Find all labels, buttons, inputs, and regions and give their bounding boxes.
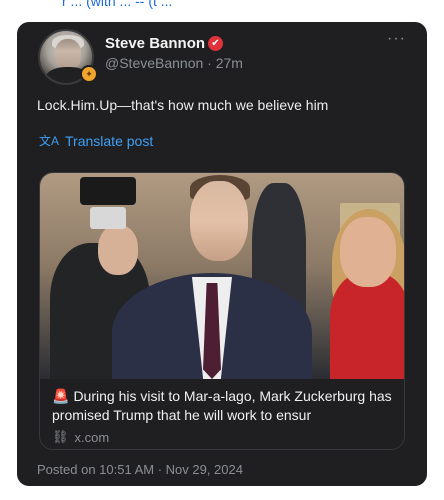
- post-text: Lock.Him.Up—that's how much we believe h…: [37, 97, 329, 113]
- photo-person-right-head: [340, 217, 396, 287]
- photo-main-person-head: [190, 181, 248, 261]
- link-preview-card[interactable]: 🚨 During his visit to Mar-a-lago, Mark Zu…: [39, 172, 405, 450]
- translate-icon: 文A: [39, 134, 60, 148]
- top-strip-text: r ... (with ... -- (t ...: [62, 0, 173, 9]
- link-title[interactable]: 🚨 During his visit to Mar-a-lago, Mark Zu…: [52, 387, 396, 425]
- siren-icon: 🚨: [52, 388, 70, 404]
- post-card[interactable]: ✦ Steve Bannon ✔ @SteveBannon · 27m ··· …: [17, 22, 427, 486]
- translate-post-link[interactable]: 文A Translate post: [39, 132, 153, 149]
- avatar-badge-icon: ✦: [80, 65, 98, 83]
- avatar-head: [55, 39, 81, 69]
- link-title-text: During his visit to Mar-a-lago, Mark Zuc…: [52, 388, 392, 423]
- photo-person-right: [330, 273, 404, 379]
- author-handle-time[interactable]: @SteveBannon · 27m: [105, 55, 243, 71]
- link-domain[interactable]: ⛓ x.com: [52, 429, 109, 445]
- verified-icon: ✔: [208, 36, 223, 51]
- link-preview-image[interactable]: [40, 173, 404, 379]
- photo-phone: [90, 207, 126, 229]
- more-icon[interactable]: ···: [387, 31, 411, 48]
- link-icon: ⛓: [52, 429, 69, 444]
- photo-camera: [80, 177, 136, 205]
- translate-label: Translate post: [65, 132, 154, 149]
- author-name[interactable]: Steve Bannon: [105, 35, 205, 52]
- posted-timestamp: Posted on 10:51 AM · Nov 29, 2024: [37, 462, 243, 477]
- top-strip: r ... (with ... -- (t ...: [0, 0, 444, 22]
- photo-person-left-head: [98, 225, 138, 275]
- link-domain-text: x.com: [74, 429, 110, 445]
